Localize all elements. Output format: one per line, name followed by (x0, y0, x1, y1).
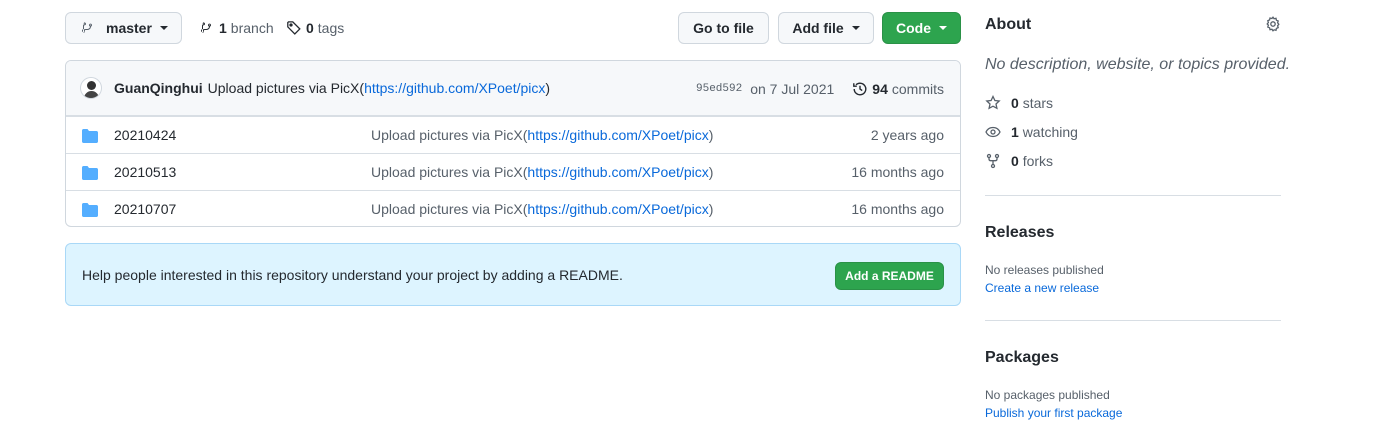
watching-label: watching (1022, 124, 1078, 140)
about-description: No description, website, or topics provi… (985, 56, 1291, 73)
forks-label: forks (1022, 153, 1054, 169)
gear-icon[interactable] (1265, 16, 1281, 32)
star-icon (985, 95, 1001, 110)
file-commit-message[interactable]: Upload pictures via PicX(https://github.… (371, 164, 713, 180)
git-branch-icon (82, 22, 92, 33)
file-row[interactable]: 20210707 Upload pictures via PicX(https:… (66, 190, 960, 226)
commits-history-link[interactable]: 94 commits (852, 81, 944, 97)
folder-icon (82, 129, 98, 143)
avatar[interactable] (80, 77, 102, 99)
add-file-label: Add file (792, 20, 844, 36)
forks-count: 0 (1011, 153, 1019, 169)
readme-prompt-banner: Help people interested in this repositor… (65, 243, 961, 306)
repo-toolbar: master 1 branch 0 tags Go to file Add fi… (65, 12, 961, 44)
watching-count: 1 (1011, 124, 1019, 140)
code-label: Code (896, 20, 931, 36)
folder-icon (82, 203, 98, 217)
file-commit-link[interactable]: https://github.com/XPoet/picx (527, 201, 708, 217)
file-commit-suffix: ) (708, 201, 714, 217)
add-file-button[interactable]: Add file (778, 12, 874, 44)
file-commit-message[interactable]: Upload pictures via PicX(https://github.… (371, 127, 713, 143)
stars-link[interactable]: 0 stars (985, 95, 1053, 111)
packages-heading[interactable]: Packages (985, 349, 1059, 367)
tag-icon (287, 21, 301, 35)
chevron-down-icon (851, 26, 860, 30)
git-branch-icon (201, 22, 211, 33)
commit-message-suffix: ) (545, 80, 551, 96)
file-commit-suffix: ) (708, 164, 714, 180)
commit-date: on 7 Jul 2021 (750, 80, 835, 97)
tag-label: tags (317, 20, 345, 36)
file-browser: GuanQinghui Upload pictures via PicX(htt… (65, 60, 961, 227)
fork-icon (986, 153, 1000, 169)
commits-count: 94 (872, 80, 888, 97)
latest-commit-bar: GuanQinghui Upload pictures via PicX(htt… (66, 61, 960, 116)
file-row[interactable]: 20210513 Upload pictures via PicX(https:… (66, 153, 960, 190)
divider (985, 195, 1281, 196)
tag-count: 0 (306, 20, 314, 36)
file-row[interactable]: 20210424 Upload pictures via PicX(https:… (66, 116, 960, 153)
chevron-down-icon (159, 26, 168, 30)
file-name[interactable]: 20210513 (114, 164, 176, 180)
branch-name: master (106, 20, 152, 36)
commit-sha[interactable]: 95ed592 (696, 83, 742, 95)
file-age: 2 years ago (870, 127, 944, 143)
go-to-file-label: Go to file (693, 20, 754, 36)
watchers-link[interactable]: 1 watching (985, 124, 1078, 140)
forks-link[interactable]: 0 forks (985, 153, 1053, 169)
releases-empty-text: No releases published (985, 263, 1104, 277)
stars-label: stars (1022, 95, 1054, 111)
chevron-down-icon (939, 26, 947, 30)
file-age: 16 months ago (851, 164, 944, 180)
packages-empty-text: No packages published (985, 388, 1110, 402)
file-commit-message[interactable]: Upload pictures via PicX(https://github.… (371, 201, 713, 217)
file-commit-suffix: ) (708, 127, 714, 143)
file-commit-prefix: Upload pictures via PicX( (371, 127, 528, 143)
file-commit-link[interactable]: https://github.com/XPoet/picx (527, 164, 708, 180)
history-icon (853, 82, 867, 95)
file-name[interactable]: 20210707 (114, 201, 176, 217)
file-commit-link[interactable]: https://github.com/XPoet/picx (527, 127, 708, 143)
file-age: 16 months ago (851, 201, 944, 217)
publish-package-link[interactable]: Publish your first package (985, 406, 1122, 420)
folder-icon (82, 166, 98, 180)
commit-message[interactable]: Upload pictures via PicX(https://github.… (208, 80, 550, 96)
file-name[interactable]: 20210424 (114, 127, 176, 143)
commit-meta: 95ed592 on 7 Jul 2021 94 commits (696, 61, 944, 116)
branches-link[interactable]: 1 branch (199, 12, 274, 44)
branch-select-button[interactable]: master (65, 12, 182, 44)
eye-icon (985, 126, 1001, 138)
code-button[interactable]: Code (882, 12, 961, 44)
file-commit-prefix: Upload pictures via PicX( (371, 201, 528, 217)
tags-link[interactable]: 0 tags (286, 12, 344, 44)
readme-prompt-text: Help people interested in this repositor… (82, 266, 623, 283)
create-release-link[interactable]: Create a new release (985, 281, 1099, 295)
releases-heading[interactable]: Releases (985, 224, 1054, 242)
about-heading: About (985, 16, 1032, 33)
branch-label: branch (230, 20, 274, 36)
add-readme-button[interactable]: Add a README (835, 262, 944, 290)
divider (985, 320, 1281, 321)
commit-message-link[interactable]: https://github.com/XPoet/picx (364, 80, 545, 96)
go-to-file-button[interactable]: Go to file (678, 12, 769, 44)
commit-message-prefix: Upload pictures via PicX( (207, 80, 365, 96)
commit-author[interactable]: GuanQinghui (114, 80, 203, 96)
branch-count: 1 (219, 20, 227, 36)
file-commit-prefix: Upload pictures via PicX( (371, 164, 528, 180)
commits-label: commits (891, 80, 944, 97)
stars-count: 0 (1011, 95, 1019, 111)
